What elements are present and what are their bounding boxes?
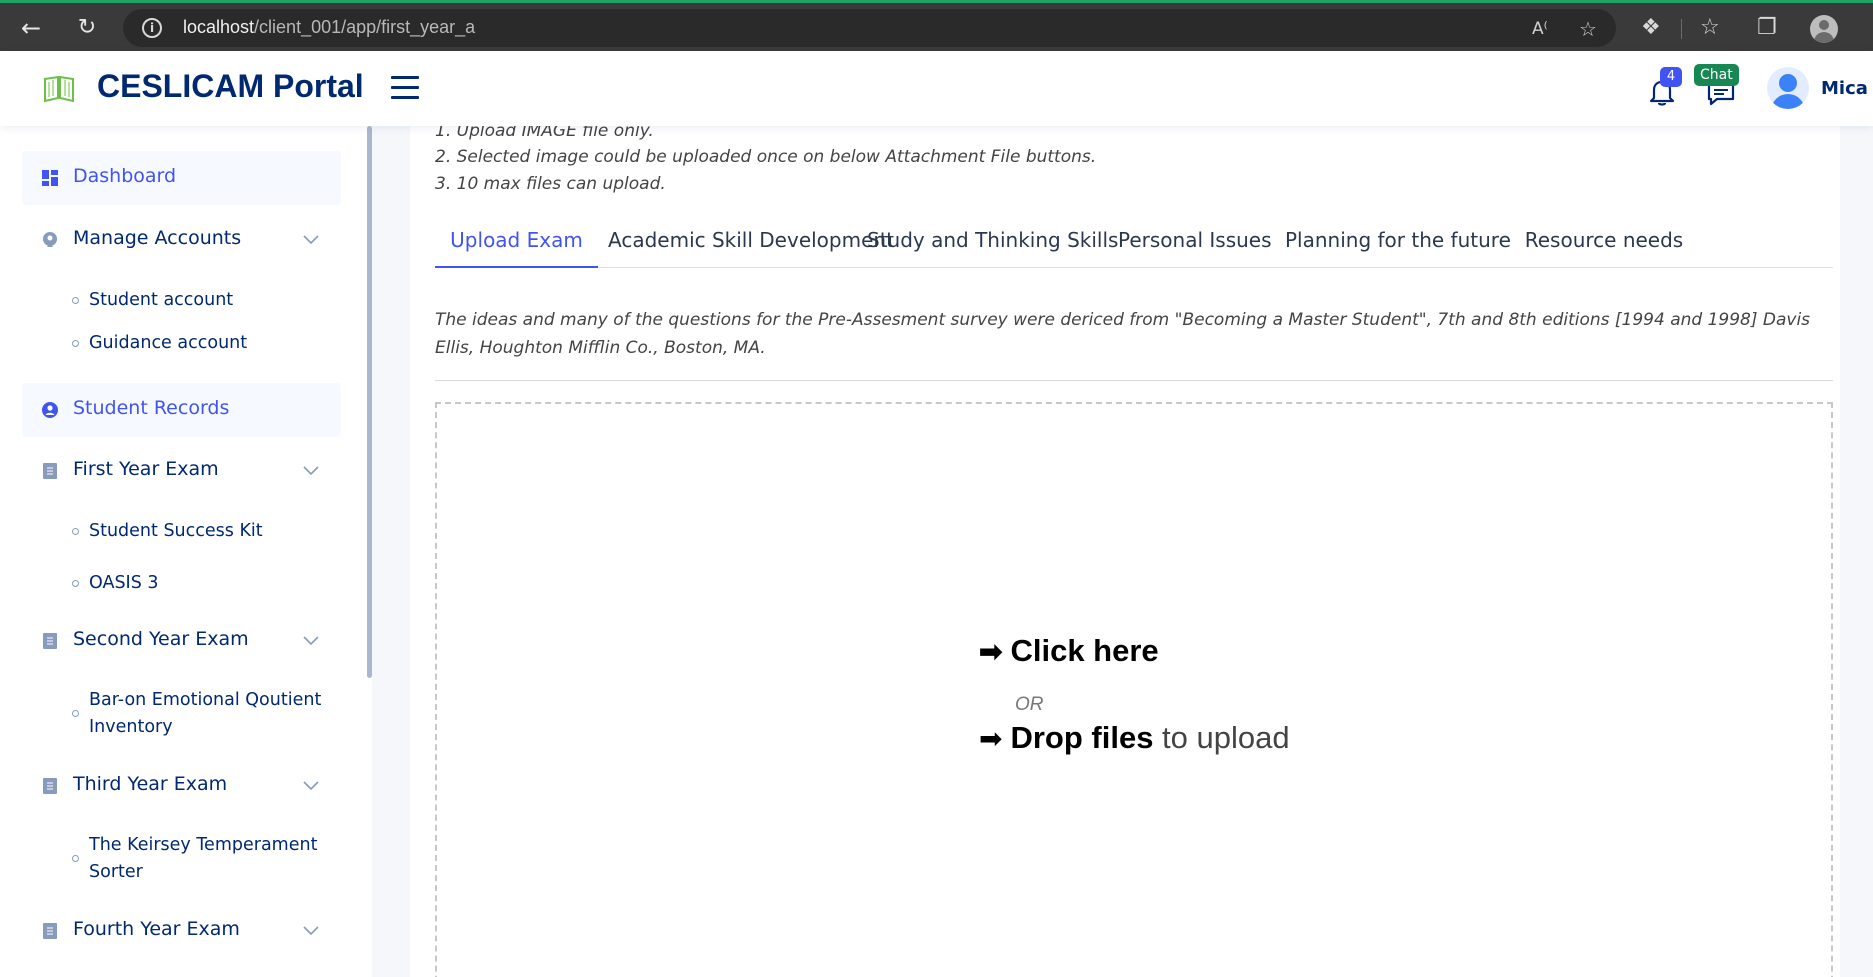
document-icon [43,463,57,479]
circle-bullet-icon [72,297,79,304]
chevron-down-icon [303,466,319,476]
notification-badge: 4 [1660,67,1682,87]
collections-icon[interactable]: ❐ [1757,15,1777,41]
account-pin-icon [43,232,57,247]
sidebar-item-second-year-exam[interactable]: Second Year Exam [22,614,341,668]
url-text: localhost/client_001/app/first_year_a [183,17,476,37]
user-avatar[interactable] [1767,67,1809,109]
sidebar: Dashboard Manage Accounts Student accoun… [0,126,372,977]
sidebar-item-student-records[interactable]: Student Records [22,383,341,437]
click-here-prompt[interactable]: ➡ Click here [979,633,1159,669]
or-label: OR [1015,694,1044,715]
circle-bullet-icon [72,580,79,587]
document-icon [43,633,57,649]
arrow-right-icon: ➡ [979,723,1003,754]
document-icon [43,923,57,939]
arrow-right-icon: ➡ [979,636,1003,667]
exam-tabs: Upload Exam Academic Skill Development S… [435,212,1833,268]
main-card: 1. Upload IMAGE file only. 2. Selected i… [410,126,1840,977]
sidebar-scrollbar[interactable] [367,126,372,678]
browser-profile-icon[interactable] [1810,15,1838,43]
drop-files-prompt: ➡ Drop files to upload [979,720,1290,755]
back-arrow-icon[interactable]: ← [17,14,45,42]
app-header: CESLICAM Portal 4 Chat Mica ▼ [0,51,1873,126]
grid-icon [42,170,58,186]
tab-upload-exam[interactable]: Upload Exam [435,212,598,268]
file-dropzone[interactable]: ➡ Click here OR ➡ Drop files to upload [435,402,1833,977]
circle-bullet-icon [72,855,79,862]
source-note: The ideas and many of the questions for … [435,310,1811,358]
chevron-down-icon [303,781,319,791]
tab-planning-future[interactable]: Planning for the future [1285,212,1511,268]
brand-title[interactable]: CESLICAM Portal [97,68,364,105]
tab-personal-issues[interactable]: Personal Issues [1118,212,1272,268]
reload-icon[interactable]: ↻ [73,14,101,42]
favorites-icon[interactable]: ☆ [1700,15,1720,41]
circle-bullet-icon [72,340,79,347]
chevron-down-icon [303,926,319,936]
sidebar-item-manage-accounts[interactable]: Manage Accounts [22,213,341,267]
site-info-icon[interactable]: i [142,18,162,38]
address-bar[interactable]: i localhost/client_001/app/first_year_a … [123,9,1616,47]
chat-badge: Chat [1694,64,1739,86]
divider [435,380,1833,381]
user-menu-dropdown[interactable]: Mica ▼ [1821,78,1873,99]
extensions-icon[interactable]: ❖ [1641,15,1661,41]
sidebar-item-fourth-year-exam[interactable]: Fourth Year Exam [22,904,341,958]
sidebar-item-third-year-exam[interactable]: Third Year Exam [22,759,341,813]
chevron-down-icon [303,235,319,245]
person-circle-icon [42,402,58,418]
tab-resource-needs[interactable]: Resource needs [1523,212,1685,268]
chevron-down-icon [303,636,319,646]
instruction-2: 2. Selected image could be uploaded once… [435,147,1097,167]
sidebar-item-first-year-exam[interactable]: First Year Exam [22,444,341,498]
document-icon [43,778,57,794]
instruction-3: 3. 10 max files can upload. [435,174,666,194]
tab-academic-skill-development[interactable]: Academic Skill Development [608,212,894,268]
book-logo-icon [44,75,74,103]
instruction-1: 1. Upload IMAGE file only. [435,126,654,141]
sidebar-item-dashboard[interactable]: Dashboard [22,151,341,205]
circle-bullet-icon [72,528,79,535]
add-favorite-icon[interactable]: ☆ [1579,17,1597,41]
read-aloud-icon[interactable]: A⁽ [1532,19,1548,39]
menu-toggle-icon[interactable] [391,76,419,100]
tab-study-thinking-skills[interactable]: Study and Thinking Skills [867,212,1118,268]
toolbar-divider [1681,19,1682,39]
browser-toolbar: ← ↻ i localhost/client_001/app/first_yea… [0,0,1873,51]
circle-bullet-icon [72,710,79,717]
